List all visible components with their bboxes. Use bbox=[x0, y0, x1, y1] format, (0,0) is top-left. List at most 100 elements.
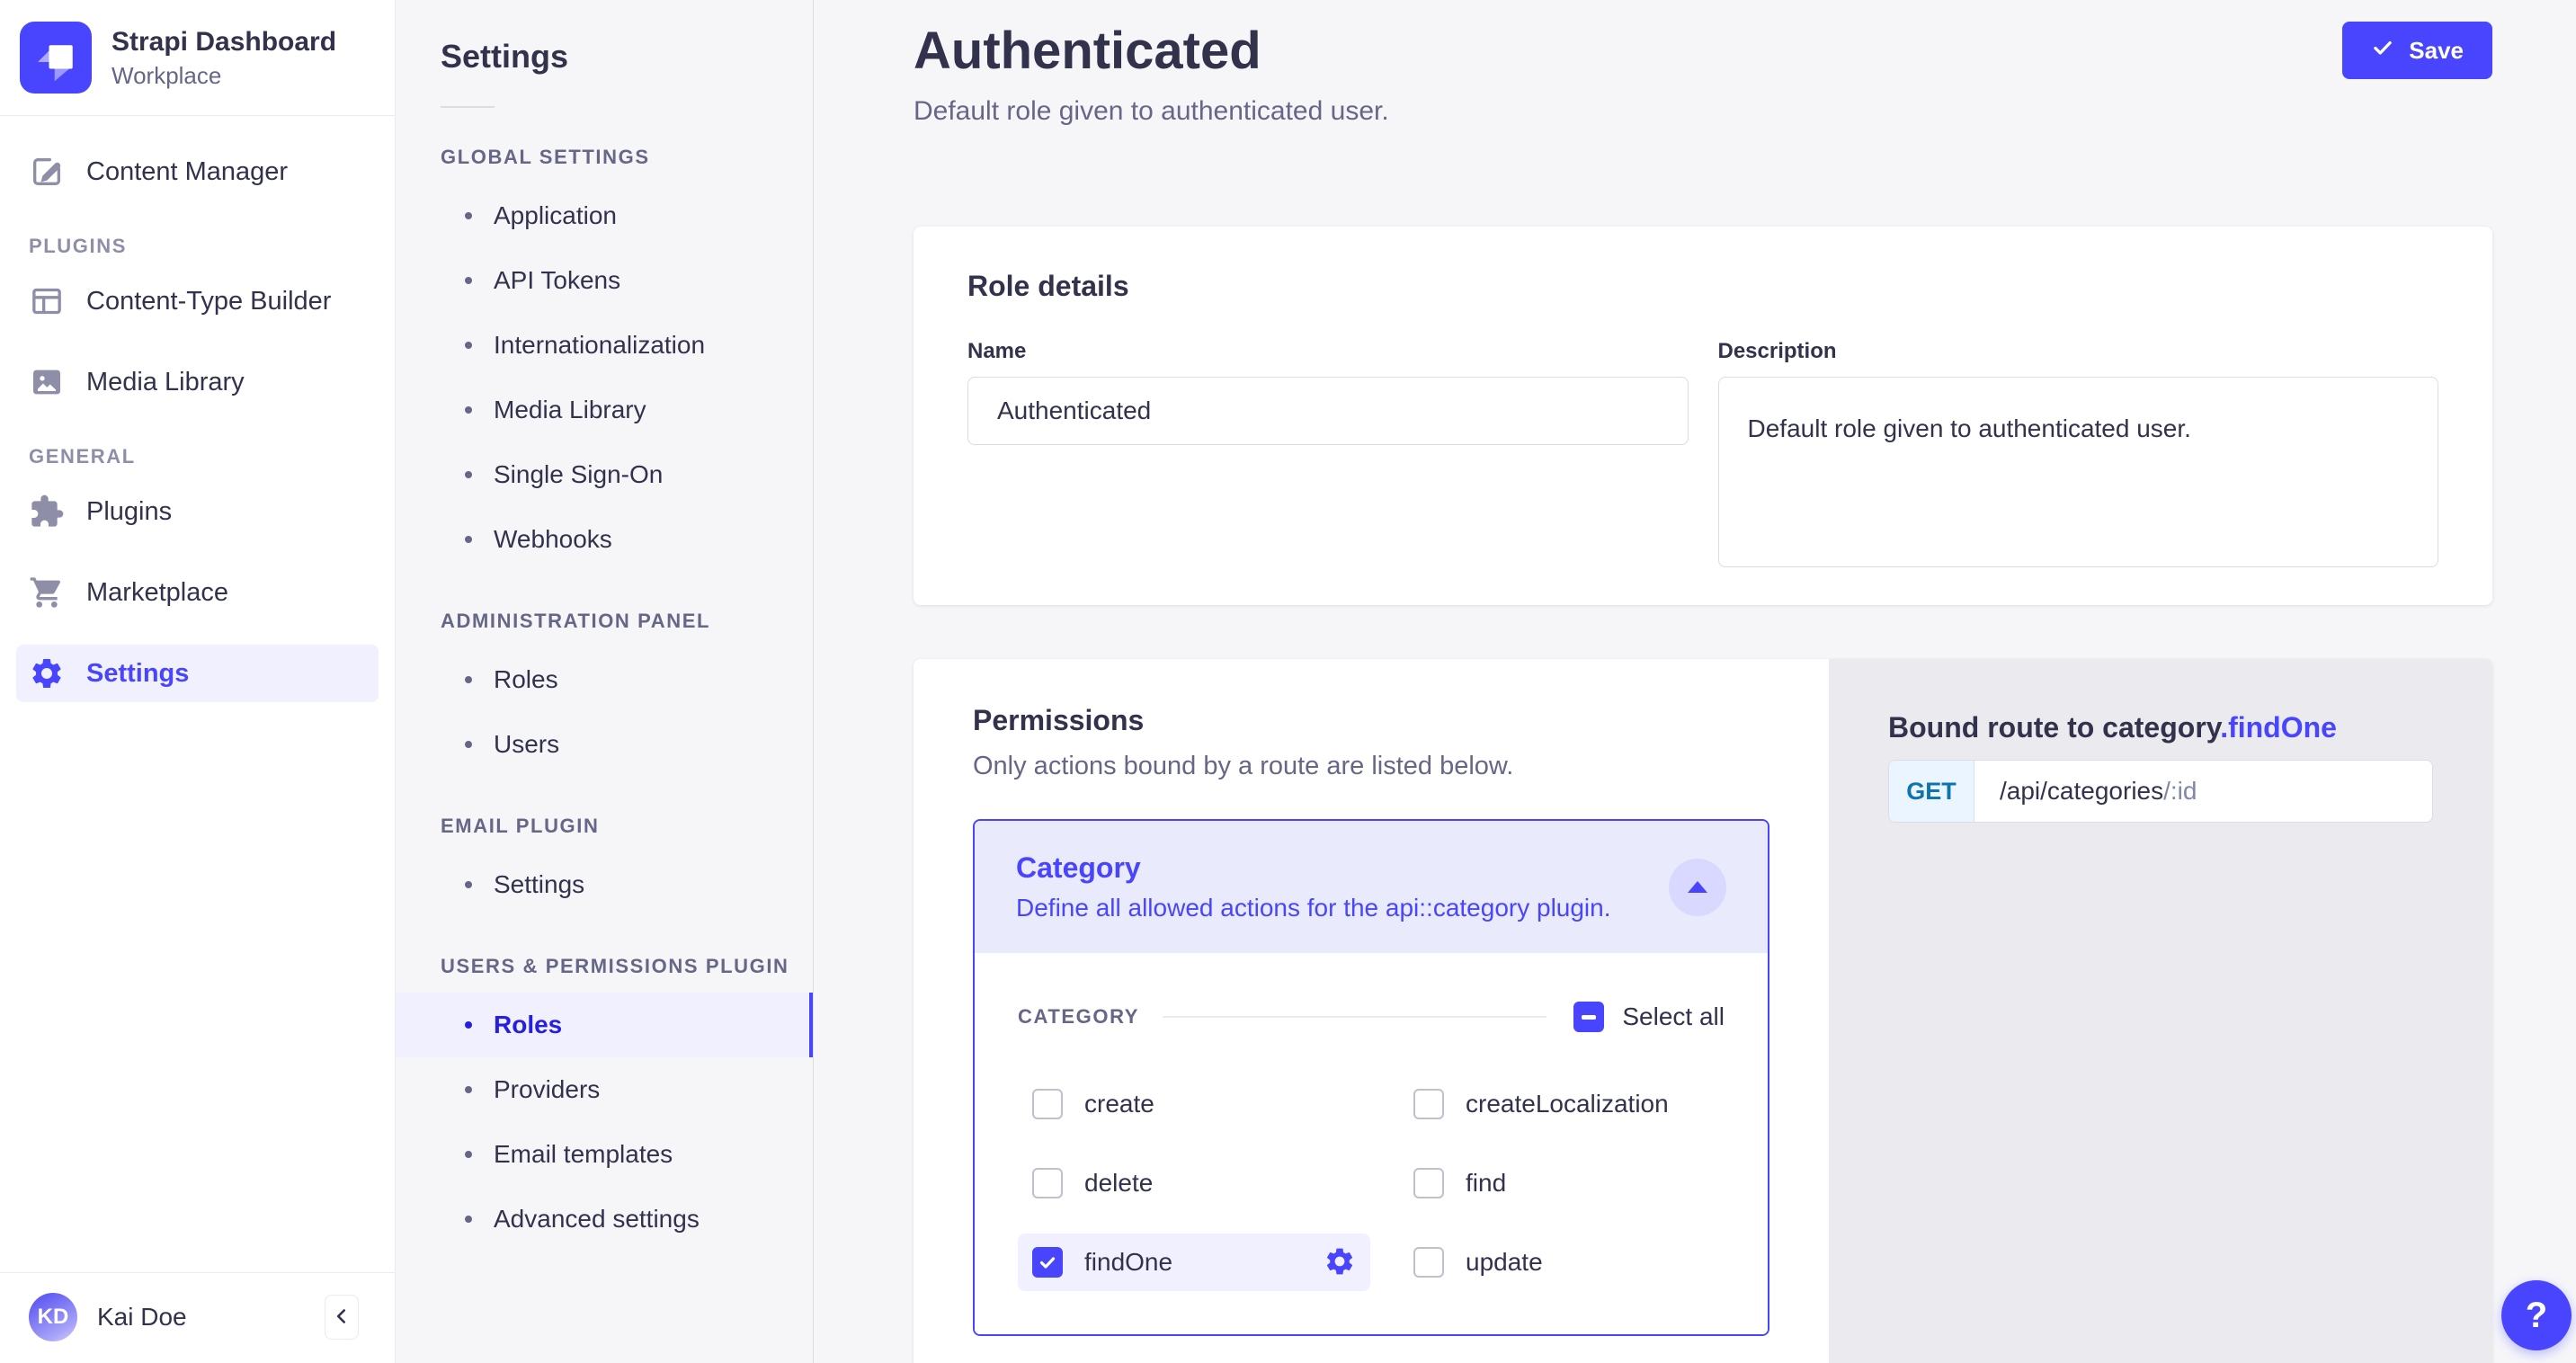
puzzle-icon bbox=[29, 494, 65, 530]
subnav-item-media-library[interactable]: Media Library bbox=[396, 378, 813, 442]
action-find[interactable]: find bbox=[1399, 1154, 1725, 1212]
subnav-item-label: Advanced settings bbox=[494, 1205, 700, 1234]
divider bbox=[1163, 1016, 1546, 1018]
action-label: update bbox=[1466, 1248, 1543, 1277]
subnav-item-label: Media Library bbox=[494, 396, 646, 424]
sidebar-item-content-manager[interactable]: Content Manager bbox=[16, 143, 379, 200]
role-details-card: Role details Name Description Default ro… bbox=[914, 227, 2492, 605]
update-checkbox[interactable] bbox=[1413, 1247, 1444, 1278]
permissions-panel: Permissions Only actions bound by a rout… bbox=[914, 659, 1829, 1363]
subnav-item-label: Internationalization bbox=[494, 331, 705, 360]
route-display: GET /api/categories/:id bbox=[1888, 760, 2433, 823]
cog-icon bbox=[1324, 1245, 1356, 1280]
main-content: Authenticated Default role given to auth… bbox=[814, 0, 2576, 1363]
avatar[interactable]: KD bbox=[29, 1293, 77, 1341]
sidebar-item-settings[interactable]: Settings bbox=[16, 645, 379, 702]
description-label: Description bbox=[1718, 339, 2439, 364]
createLocalization-checkbox[interactable] bbox=[1413, 1089, 1444, 1119]
subnav-item-label: Single Sign-On bbox=[494, 460, 663, 489]
subnav-item-up-roles[interactable]: Roles bbox=[396, 993, 813, 1057]
sidebar-item-plugins[interactable]: Plugins bbox=[16, 483, 379, 540]
http-method-badge: GET bbox=[1889, 761, 1974, 822]
actions-grid: create createLocalization delete fi bbox=[1018, 1075, 1725, 1291]
action-label: delete bbox=[1084, 1169, 1153, 1198]
category-accordion-header[interactable]: Category Define all allowed actions for … bbox=[975, 821, 1768, 953]
permissions-card: Permissions Only actions bound by a rout… bbox=[914, 659, 2492, 1363]
sidebar-item-label: Media Library bbox=[86, 368, 245, 397]
action-label: create bbox=[1084, 1090, 1154, 1118]
action-delete[interactable]: delete bbox=[1018, 1154, 1370, 1212]
delete-checkbox[interactable] bbox=[1032, 1168, 1063, 1198]
subnav-item-email-settings[interactable]: Settings bbox=[396, 852, 813, 917]
page-header: Authenticated Default role given to auth… bbox=[914, 22, 2492, 129]
sidebar-footer: KD Kai Doe bbox=[0, 1272, 395, 1363]
subnav-item-internationalization[interactable]: Internationalization bbox=[396, 313, 813, 378]
findOne-settings-button[interactable] bbox=[1324, 1245, 1356, 1280]
category-accordion-body: CATEGORY Select all create bbox=[975, 953, 1768, 1334]
permissions-heading: Permissions bbox=[973, 704, 1769, 737]
collapse-accordion-button[interactable] bbox=[1669, 859, 1726, 916]
action-update[interactable]: update bbox=[1399, 1234, 1725, 1291]
save-button-label: Save bbox=[2409, 37, 2464, 65]
sidebar-item-media-library[interactable]: Media Library bbox=[16, 353, 379, 411]
category-accordion: Category Define all allowed actions for … bbox=[973, 819, 1769, 1336]
subnav-item-label: Providers bbox=[494, 1075, 600, 1104]
action-create[interactable]: create bbox=[1018, 1075, 1370, 1133]
findOne-checkbox[interactable] bbox=[1032, 1247, 1063, 1278]
subnav-section-global-settings: GLOBAL SETTINGS bbox=[396, 146, 813, 169]
name-label: Name bbox=[967, 339, 1689, 364]
find-checkbox[interactable] bbox=[1413, 1168, 1444, 1198]
subnav-title: Settings bbox=[396, 38, 813, 76]
subnav-item-label: Roles bbox=[494, 665, 558, 694]
subnav-divider bbox=[441, 106, 495, 108]
accordion-description: Define all allowed actions for the api::… bbox=[1016, 894, 1611, 922]
select-all-label: Select all bbox=[1622, 1002, 1725, 1031]
subnav-item-admin-roles[interactable]: Roles bbox=[396, 647, 813, 712]
action-findOne[interactable]: findOne bbox=[1018, 1234, 1370, 1291]
subnav-item-label: Email templates bbox=[494, 1140, 673, 1169]
gear-icon bbox=[29, 655, 65, 691]
subnav-item-email-templates[interactable]: Email templates bbox=[396, 1122, 813, 1187]
subnav-item-label: Roles bbox=[494, 1011, 562, 1039]
subnav-section-users-permissions-plugin: USERS & PERMISSIONS PLUGIN bbox=[396, 955, 813, 978]
bound-route-title: Bound route to category.findOne bbox=[1888, 709, 2433, 745]
select-all-control[interactable]: Select all bbox=[1573, 1002, 1725, 1032]
strapi-logo-icon bbox=[20, 22, 92, 94]
category-group-label: CATEGORY bbox=[1018, 1005, 1139, 1029]
sidebar-item-label: Content Manager bbox=[86, 157, 288, 187]
subnav-item-single-sign-on[interactable]: Single Sign-On bbox=[396, 442, 813, 507]
subnav-item-label: Settings bbox=[494, 870, 584, 899]
nav-menu: Content Manager PLUGINS Content-Type Bui… bbox=[0, 116, 395, 726]
create-checkbox[interactable] bbox=[1032, 1089, 1063, 1119]
sidebar-item-label: Plugins bbox=[86, 497, 172, 527]
nav-section-plugins: PLUGINS bbox=[29, 235, 379, 258]
subnav-item-label: Webhooks bbox=[494, 525, 612, 554]
subnav-item-application[interactable]: Application bbox=[396, 183, 813, 248]
route-param: /:id bbox=[2163, 777, 2197, 806]
sidebar-item-label: Content-Type Builder bbox=[86, 287, 331, 316]
subnav-item-admin-users[interactable]: Users bbox=[396, 712, 813, 777]
collapse-sidebar-button[interactable] bbox=[325, 1295, 359, 1340]
bound-route-title-prefix: Bound route to category bbox=[1888, 711, 2220, 744]
name-input[interactable] bbox=[967, 377, 1689, 445]
action-label: findOne bbox=[1084, 1248, 1172, 1277]
subnav-item-label: Users bbox=[494, 730, 559, 759]
check-icon bbox=[2371, 36, 2394, 66]
save-button[interactable]: Save bbox=[2342, 22, 2492, 79]
action-createLocalization[interactable]: createLocalization bbox=[1399, 1075, 1725, 1133]
nav-section-general: GENERAL bbox=[29, 445, 379, 468]
select-all-checkbox[interactable] bbox=[1573, 1002, 1604, 1032]
brand[interactable]: Strapi Dashboard Workplace bbox=[0, 0, 395, 116]
subnav-item-providers[interactable]: Providers bbox=[396, 1057, 813, 1122]
subnav-item-api-tokens[interactable]: API Tokens bbox=[396, 248, 813, 313]
help-button[interactable]: ? bbox=[2501, 1280, 2572, 1350]
sidebar-item-content-type-builder[interactable]: Content-Type Builder bbox=[16, 272, 379, 330]
image-icon bbox=[29, 364, 65, 400]
sidebar-item-marketplace[interactable]: Marketplace bbox=[16, 564, 379, 621]
subnav-item-advanced-settings[interactable]: Advanced settings bbox=[396, 1187, 813, 1252]
sidebar-item-label: Settings bbox=[86, 659, 189, 689]
description-textarea[interactable]: Default role given to authenticated user… bbox=[1718, 377, 2439, 567]
content-manager-icon bbox=[29, 154, 65, 190]
subnav-item-webhooks[interactable]: Webhooks bbox=[396, 507, 813, 572]
bound-route-panel: Bound route to category.findOne GET /api… bbox=[1829, 659, 2492, 1363]
